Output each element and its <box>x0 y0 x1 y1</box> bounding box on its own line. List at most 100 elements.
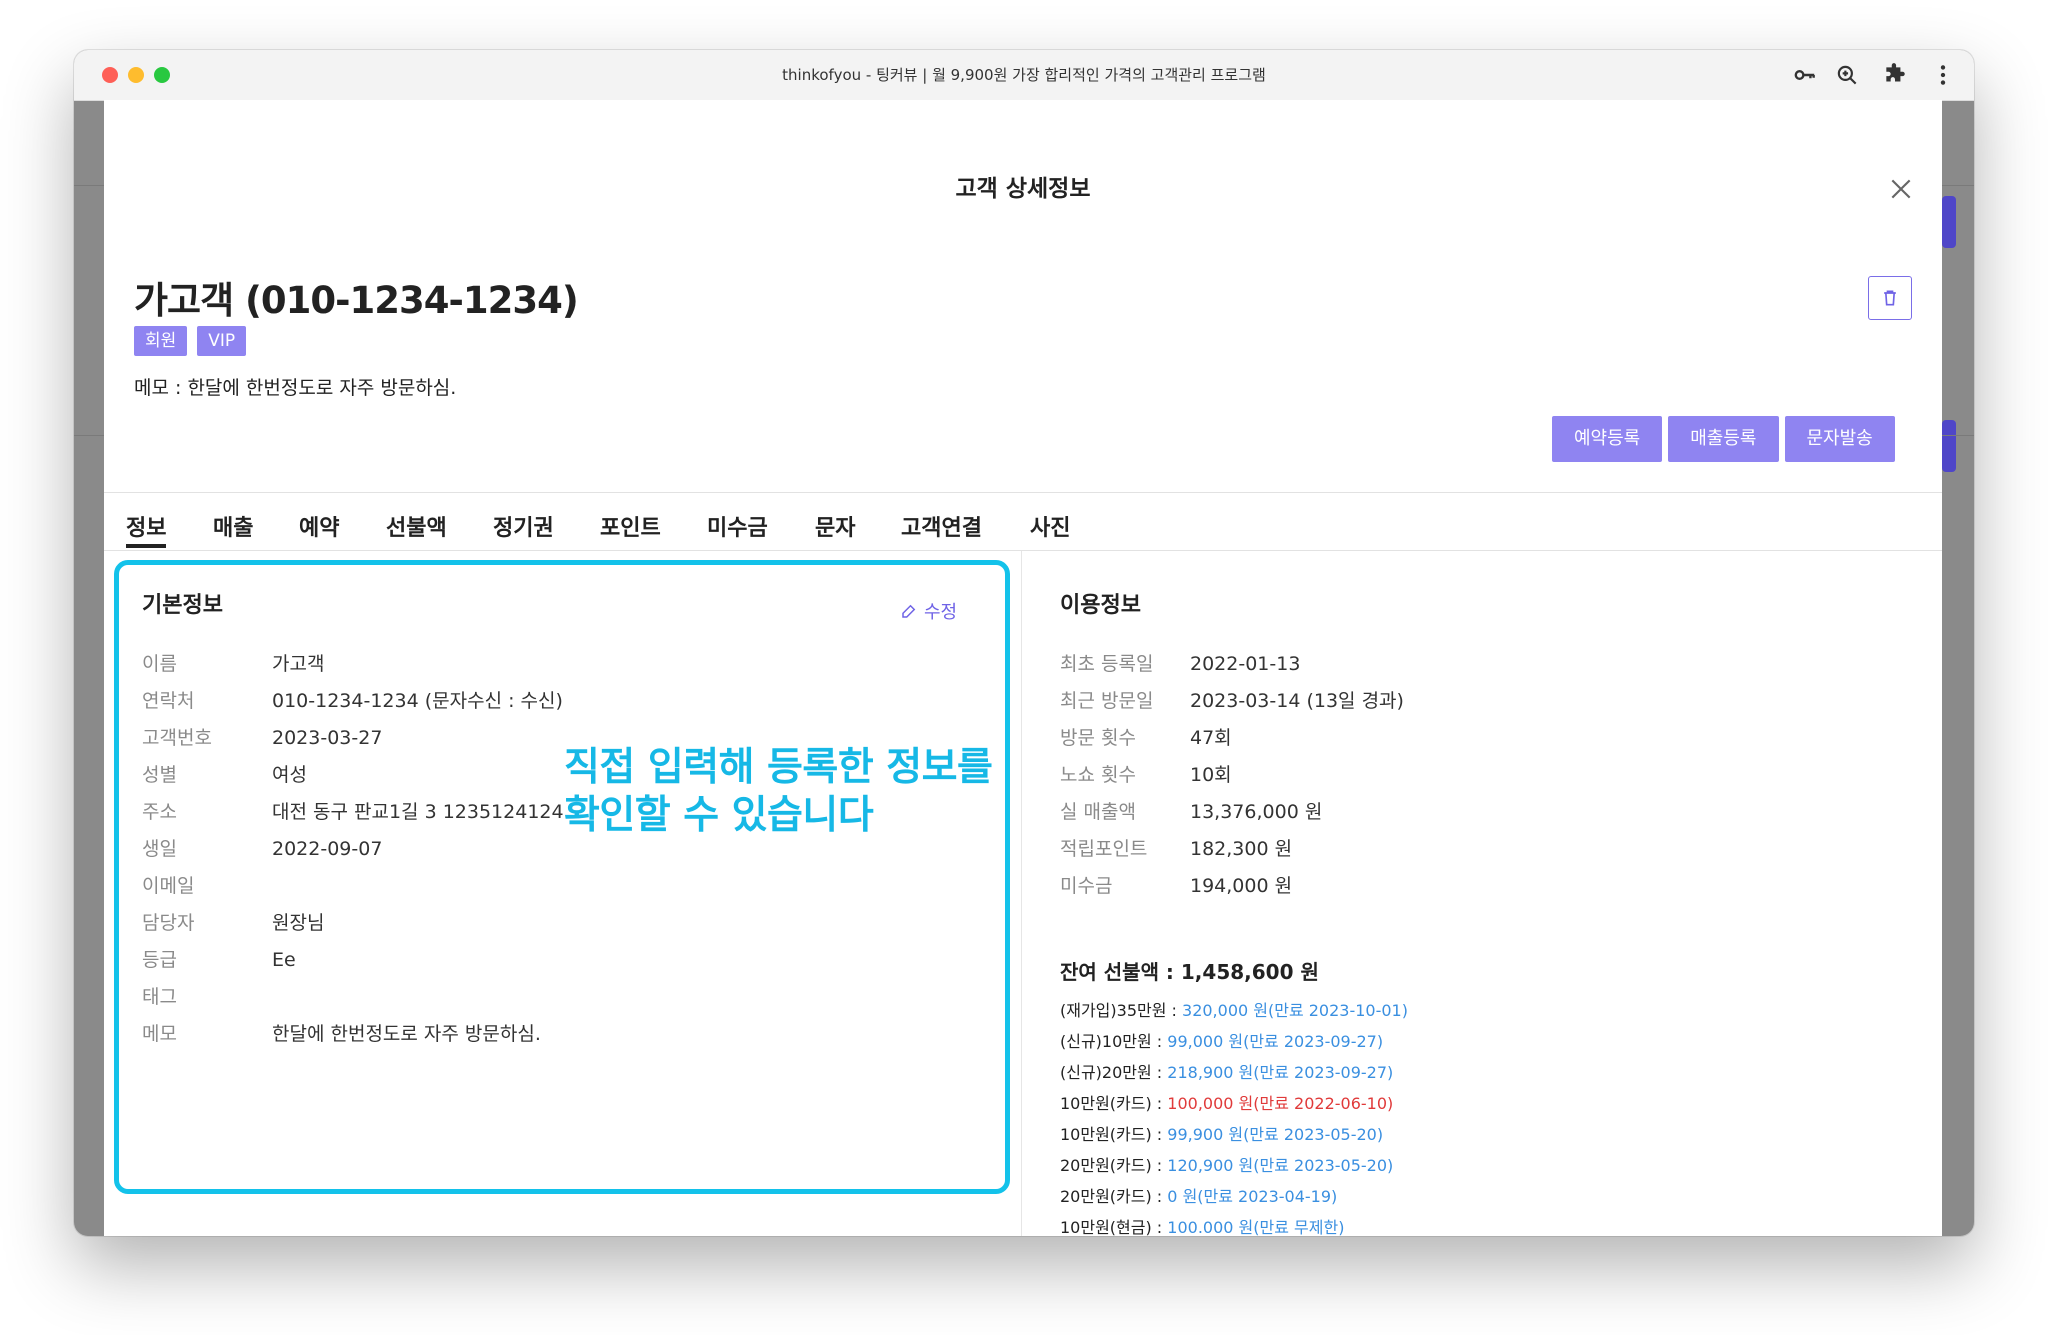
field-value: 10회 <box>1190 764 1232 786</box>
tab-receivables[interactable]: 미수금 <box>707 510 768 542</box>
field-label: 실 매출액 <box>1060 801 1136 823</box>
field-label: 담당자 <box>142 912 195 934</box>
field-value: Ee <box>272 949 296 971</box>
tab-sales[interactable]: 매출 <box>213 510 253 542</box>
zoom-icon[interactable] <box>1834 62 1860 88</box>
highlight-box <box>114 560 1010 1194</box>
more-icon[interactable] <box>1930 62 1956 88</box>
field-label: 등급 <box>142 949 177 971</box>
prepaid-value: 99,900 원(만료 2023-05-20) <box>1167 1125 1384 1144</box>
background-divider <box>1942 435 1974 436</box>
background-divider <box>1942 185 1974 186</box>
field-value: 2023-03-14 (13일 경과) <box>1190 690 1404 712</box>
field-label: 성별 <box>142 764 177 786</box>
browser-window: thinkofyou - 팅커뷰 | 월 9,900원 가장 합리적인 가격의 … <box>74 50 1974 1236</box>
field-value: 2023-03-27 <box>272 727 383 749</box>
tab-bar: 정보 매출 예약 선불액 정기권 포인트 미수금 문자 고객연결 사진 <box>104 492 1942 551</box>
prepaid-item: (신규)20만원 : 218,900 원(만료 2023-09-27) <box>1060 1062 1393 1084</box>
field-label: 연락처 <box>142 690 195 712</box>
field-value: 010-1234-1234 (문자수신 : 수신) <box>272 690 563 712</box>
window-title: thinkofyou - 팅커뷰 | 월 9,900원 가장 합리적인 가격의 … <box>782 66 1266 84</box>
field-value: 194,000 원 <box>1190 875 1293 897</box>
background-divider <box>74 185 104 186</box>
background-button <box>1942 420 1956 472</box>
column-divider <box>1021 551 1022 1236</box>
field-label: 최초 등록일 <box>1060 653 1154 675</box>
prepaid-value: 99,000 원(만료 2023-09-27) <box>1167 1032 1384 1051</box>
tab-membership[interactable]: 정기권 <box>493 510 554 542</box>
prepaid-value: 100.000 원(만료 무제한) <box>1167 1218 1345 1236</box>
delete-button[interactable] <box>1868 276 1912 320</box>
prepaid-name: 20만원(카드) : <box>1060 1156 1168 1175</box>
background-button <box>1942 196 1956 248</box>
tab-points[interactable]: 포인트 <box>600 510 661 542</box>
prepaid-value-expired: 100,000 원(만료 2022-06-10) <box>1167 1094 1394 1113</box>
prepaid-value: 320,000 원(만료 2023-10-01) <box>1182 1001 1408 1020</box>
prepaid-balance-title: 잔여 선불액 : 1,458,600 원 <box>1060 960 1319 984</box>
prepaid-item: 10만원(카드) : 99,900 원(만료 2023-05-20) <box>1060 1124 1383 1146</box>
field-value: 182,300 원 <box>1190 838 1293 860</box>
background-divider <box>74 435 104 436</box>
extension-icon[interactable] <box>1882 62 1908 88</box>
prepaid-name: 10만원(현금) : <box>1060 1218 1168 1236</box>
field-value: 대전 동구 판교1길 3 1235124124 <box>272 801 564 823</box>
annotation-line-1: 직접 입력해 등록한 정보를 <box>564 745 993 790</box>
tab-prepaid[interactable]: 선불액 <box>386 510 447 542</box>
add-reservation-button[interactable]: 예약등록 <box>1552 416 1663 462</box>
field-label: 메모 <box>142 1023 177 1045</box>
field-value: 2022-09-07 <box>272 838 383 860</box>
prepaid-item: 10만원(현금) : 100.000 원(만료 무제한) <box>1060 1217 1344 1236</box>
prepaid-item: (신규)10만원 : 99,000 원(만료 2023-09-27) <box>1060 1031 1383 1053</box>
close-icon[interactable] <box>1888 176 1914 202</box>
prepaid-value: 0 원(만료 2023-04-19) <box>1167 1187 1338 1206</box>
add-sale-button[interactable]: 매출등록 <box>1668 416 1779 462</box>
field-label: 생일 <box>142 838 177 860</box>
send-sms-button[interactable]: 문자발송 <box>1784 416 1895 462</box>
title-bar: thinkofyou - 팅커뷰 | 월 9,900원 가장 합리적인 가격의 … <box>74 50 1974 101</box>
prepaid-name: (재가입)35만원 : <box>1060 1001 1183 1020</box>
prepaid-value: 218,900 원(만료 2023-09-27) <box>1167 1063 1394 1082</box>
annotation-callout: 직접 입력해 등록한 정보를 확인할 수 있습니다 <box>564 744 993 840</box>
edit-button[interactable]: 수정 <box>900 598 957 624</box>
field-label: 주소 <box>142 801 177 823</box>
field-label: 미수금 <box>1060 875 1113 897</box>
field-label: 이메일 <box>142 875 195 897</box>
tab-info[interactable]: 정보 <box>126 510 167 548</box>
field-value: 13,376,000 원 <box>1190 801 1323 823</box>
prepaid-name: 10만원(카드) : <box>1060 1094 1168 1113</box>
field-label: 최근 방문일 <box>1060 690 1154 712</box>
prepaid-item: (재가입)35만원 : 320,000 원(만료 2023-10-01) <box>1060 1000 1408 1022</box>
prepaid-name: 20만원(카드) : <box>1060 1187 1168 1206</box>
tab-customer-link[interactable]: 고객연결 <box>901 510 982 542</box>
customer-detail-modal: 고객 상세정보 가고객 (010-1234-1234) 회원 VIP 메모 : … <box>104 100 1942 1236</box>
field-value: 원장님 <box>272 912 325 934</box>
prepaid-name: (신규)20만원 : <box>1060 1063 1168 1082</box>
prepaid-name: (신규)10만원 : <box>1060 1032 1168 1051</box>
prepaid-item: 10만원(카드) : 100,000 원(만료 2022-06-10) <box>1060 1093 1393 1115</box>
field-value: 가고객 <box>272 653 325 675</box>
action-buttons: 예약등록 매출등록 문자발송 <box>1552 416 1895 462</box>
customer-badges: 회원 VIP <box>134 326 247 356</box>
field-value: 한달에 한번정도로 자주 방문하심. <box>272 1023 541 1045</box>
edit-label: 수정 <box>924 602 958 623</box>
field-value: 2022-01-13 <box>1190 653 1301 675</box>
field-value: 여성 <box>272 764 307 786</box>
field-label: 태그 <box>142 986 177 1008</box>
field-label: 노쇼 횟수 <box>1060 764 1136 786</box>
field-label: 적립포인트 <box>1060 838 1148 860</box>
customer-memo: 메모 : 한달에 한번정도로 자주 방문하심. <box>134 377 457 399</box>
tab-reservation[interactable]: 예약 <box>299 510 339 542</box>
basic-info-title: 기본정보 <box>142 593 223 618</box>
tab-photos[interactable]: 사진 <box>1030 510 1070 542</box>
tab-sms[interactable]: 문자 <box>815 510 855 542</box>
field-label: 이름 <box>142 653 177 675</box>
annotation-line-2: 확인할 수 있습니다 <box>564 793 874 838</box>
customer-name: 가고객 (010-1234-1234) <box>134 279 579 322</box>
key-icon[interactable] <box>1792 62 1818 88</box>
prepaid-item: 20만원(카드) : 120,900 원(만료 2023-05-20) <box>1060 1155 1393 1177</box>
member-badge: 회원 <box>134 326 188 356</box>
field-label: 고객번호 <box>142 727 212 749</box>
trash-icon <box>1884 290 1896 306</box>
prepaid-name: 10만원(카드) : <box>1060 1125 1168 1144</box>
vip-badge: VIP <box>197 326 247 356</box>
